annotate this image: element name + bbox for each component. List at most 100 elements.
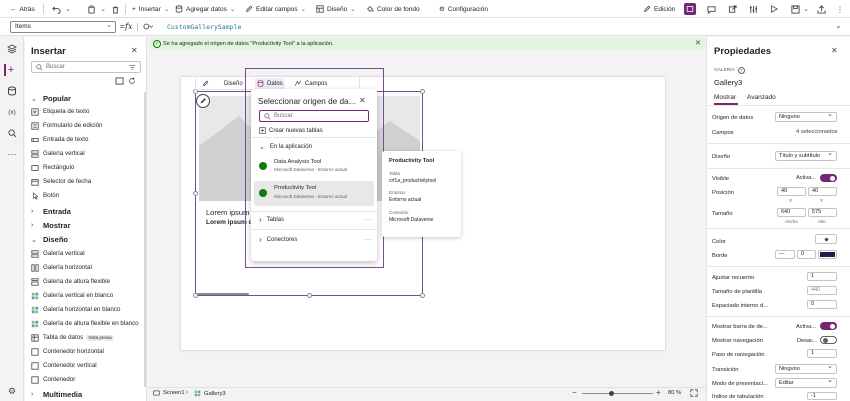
border-width-input[interactable]: 0 <box>797 250 816 259</box>
scrollbar[interactable] <box>144 92 146 387</box>
datasource-item[interactable]: Data Analysis Tool Microsoft Dataverse -… <box>254 155 374 178</box>
position-y-input[interactable]: 40 <box>808 187 837 196</box>
resize-handle[interactable] <box>193 293 198 298</box>
chevron-down-icon[interactable]: ⌄ <box>62 3 74 15</box>
expand-formula-icon[interactable]: ⌄ <box>835 21 842 30</box>
app-settings-icon[interactable] <box>747 3 759 15</box>
height-input[interactable]: 575 <box>808 208 837 217</box>
tab-display[interactable]: Mostrar <box>714 94 736 101</box>
refresh-icon[interactable] <box>128 77 136 85</box>
resize-handle[interactable] <box>420 293 425 298</box>
insert-item-flexible-gallery[interactable]: Galería de altura flexible <box>27 275 145 288</box>
formula-input[interactable]: CustomGallerySample <box>167 21 241 33</box>
group-display[interactable]: › Mostrar <box>27 219 145 232</box>
navigation-step-input[interactable]: 1 <box>807 349 837 358</box>
insert-item-data-table[interactable]: Tabla de datos Vista previa <box>27 331 145 344</box>
zoom-in-button[interactable]: + <box>656 388 661 397</box>
group-media[interactable]: › Multimedia <box>27 388 145 401</box>
zoom-slider[interactable] <box>582 393 653 394</box>
fields-edit-link[interactable]: 4 seleccionados <box>796 129 838 135</box>
insert-item-rectangle[interactable]: Rectángulo <box>27 161 145 174</box>
control-name[interactable]: Gallery3 <box>714 78 742 87</box>
datasource-item-selected[interactable]: Productivity Tool Microsoft Dataverse - … <box>254 181 374 206</box>
group-layout[interactable]: ⌄ Diseño <box>27 233 145 246</box>
insert-item-vertical-gallery[interactable]: Galería vertical <box>27 147 145 160</box>
group-popular[interactable]: ⌄ Popular <box>27 92 145 105</box>
insert-item-container[interactable]: Contenedor <box>27 373 145 386</box>
more-options-icon[interactable]: ··· <box>365 217 371 223</box>
edit-mode-button[interactable]: Edición <box>643 3 675 15</box>
insert-item-blank-flexible-gallery[interactable]: Galería de altura flexible en blanco <box>27 317 145 330</box>
help-icon[interactable]: ? <box>737 67 745 74</box>
insert-item-blank-vertical-gallery[interactable]: Galería vertical en blanco <box>27 289 145 302</box>
close-icon[interactable]: ✕ <box>695 39 701 47</box>
show-scrollbar-toggle[interactable] <box>820 322 837 330</box>
filter-icon[interactable] <box>129 64 136 71</box>
border-style-dropdown[interactable]: — <box>775 250 795 259</box>
back-button[interactable]: ← Atrás <box>10 3 35 15</box>
tab-index-input[interactable]: -1 <box>807 392 837 400</box>
delete-icon[interactable] <box>109 3 121 15</box>
app-checker-icon[interactable] <box>684 3 696 15</box>
resize-handle[interactable] <box>420 89 425 94</box>
color-picker[interactable] <box>815 234 837 244</box>
zoom-out-button[interactable]: − <box>572 388 577 397</box>
breadcrumb-gallery[interactable]: Gallery3 <box>194 390 226 397</box>
publish-icon[interactable] <box>815 3 827 15</box>
add-component-icon[interactable] <box>115 77 124 85</box>
tab-design[interactable]: Diseño <box>202 79 243 88</box>
create-tables-button[interactable]: Crear nuevas tablas <box>259 127 323 134</box>
property-dropdown[interactable]: Items ⌄ <box>10 21 116 33</box>
tables-section-header[interactable]: › Tablas ··· <box>259 215 371 224</box>
visible-toggle[interactable] <box>820 174 837 182</box>
add-data-button[interactable]: Agregar datos ⌄ <box>175 3 235 15</box>
background-color-button[interactable]: Color de fondo <box>366 3 420 15</box>
insert-item-horizontal-container[interactable]: Contenedor horizontal <box>27 345 145 358</box>
edit-fields-button[interactable]: Editar campos ⌄ <box>245 3 306 15</box>
in-app-section-header[interactable]: ⌄ En la aplicación <box>259 143 312 151</box>
width-input[interactable]: 640 <box>777 208 806 217</box>
show-navigation-toggle[interactable] <box>820 336 837 344</box>
share-icon[interactable] <box>726 3 738 15</box>
undo-icon[interactable] <box>50 3 62 15</box>
insert-item-text-label[interactable]: Etiqueta de texto <box>27 105 145 118</box>
template-padding-input[interactable]: 0 <box>807 300 837 309</box>
breadcrumb-screen[interactable]: Screen1 <box>153 390 185 396</box>
play-icon[interactable] <box>768 3 780 15</box>
data-rail-icon[interactable] <box>6 85 18 97</box>
insert-button[interactable]: + Insertar ⌄ <box>132 3 169 15</box>
more-options-icon[interactable]: ··· <box>365 237 371 243</box>
insert-search-input[interactable]: Buscar <box>31 61 141 73</box>
wrap-count-input[interactable]: 1 <box>807 272 837 281</box>
border-color-picker[interactable] <box>818 250 837 259</box>
more-options-icon[interactable]: ⋮ <box>834 3 846 15</box>
close-icon[interactable]: ✕ <box>831 46 838 55</box>
search-icon[interactable] <box>6 127 18 139</box>
chevron-down-icon[interactable]: ⌄ <box>97 3 109 15</box>
insert-item-edit-form[interactable]: Formulario de edición <box>27 119 145 132</box>
settings-button[interactable]: ⚙ Configuración <box>439 3 488 15</box>
gear-icon[interactable]: ⚙ <box>6 385 18 397</box>
insert-item-vertical-gallery[interactable]: Galería vertical <box>27 247 145 260</box>
edit-gallery-template-button[interactable] <box>196 94 210 108</box>
more-icon[interactable]: ··· <box>6 148 18 160</box>
tree-view-icon[interactable] <box>6 43 18 55</box>
insert-item-horizontal-gallery[interactable]: Galería horizontal <box>27 261 145 274</box>
tab-advanced[interactable]: Avanzado <box>747 94 776 101</box>
close-icon[interactable]: ✕ <box>131 46 138 55</box>
clipboard-icon[interactable] <box>85 3 97 15</box>
comment-icon[interactable] <box>705 3 717 15</box>
resize-handle[interactable] <box>193 191 198 196</box>
resize-handle[interactable] <box>307 293 312 298</box>
formula-suggestion-icon[interactable] <box>143 22 153 31</box>
data-source-dropdown[interactable]: Ninguno <box>775 111 837 122</box>
variables-icon[interactable]: (x) <box>6 106 18 118</box>
display-mode-dropdown[interactable]: Editar <box>775 377 837 388</box>
fit-to-window-icon[interactable] <box>690 389 698 397</box>
insert-item-vertical-container[interactable]: Contenedor vertical <box>27 359 145 372</box>
connectors-section-header[interactable]: › Conectores ··· <box>259 235 371 244</box>
insert-item-blank-horizontal-gallery[interactable]: Galería horizontal en blanco <box>27 303 145 316</box>
insert-item-date-picker[interactable]: Selector de fecha <box>27 175 145 188</box>
layout-dropdown[interactable]: Título y subtítulo <box>775 150 837 161</box>
position-x-input[interactable]: 40 <box>777 187 806 196</box>
